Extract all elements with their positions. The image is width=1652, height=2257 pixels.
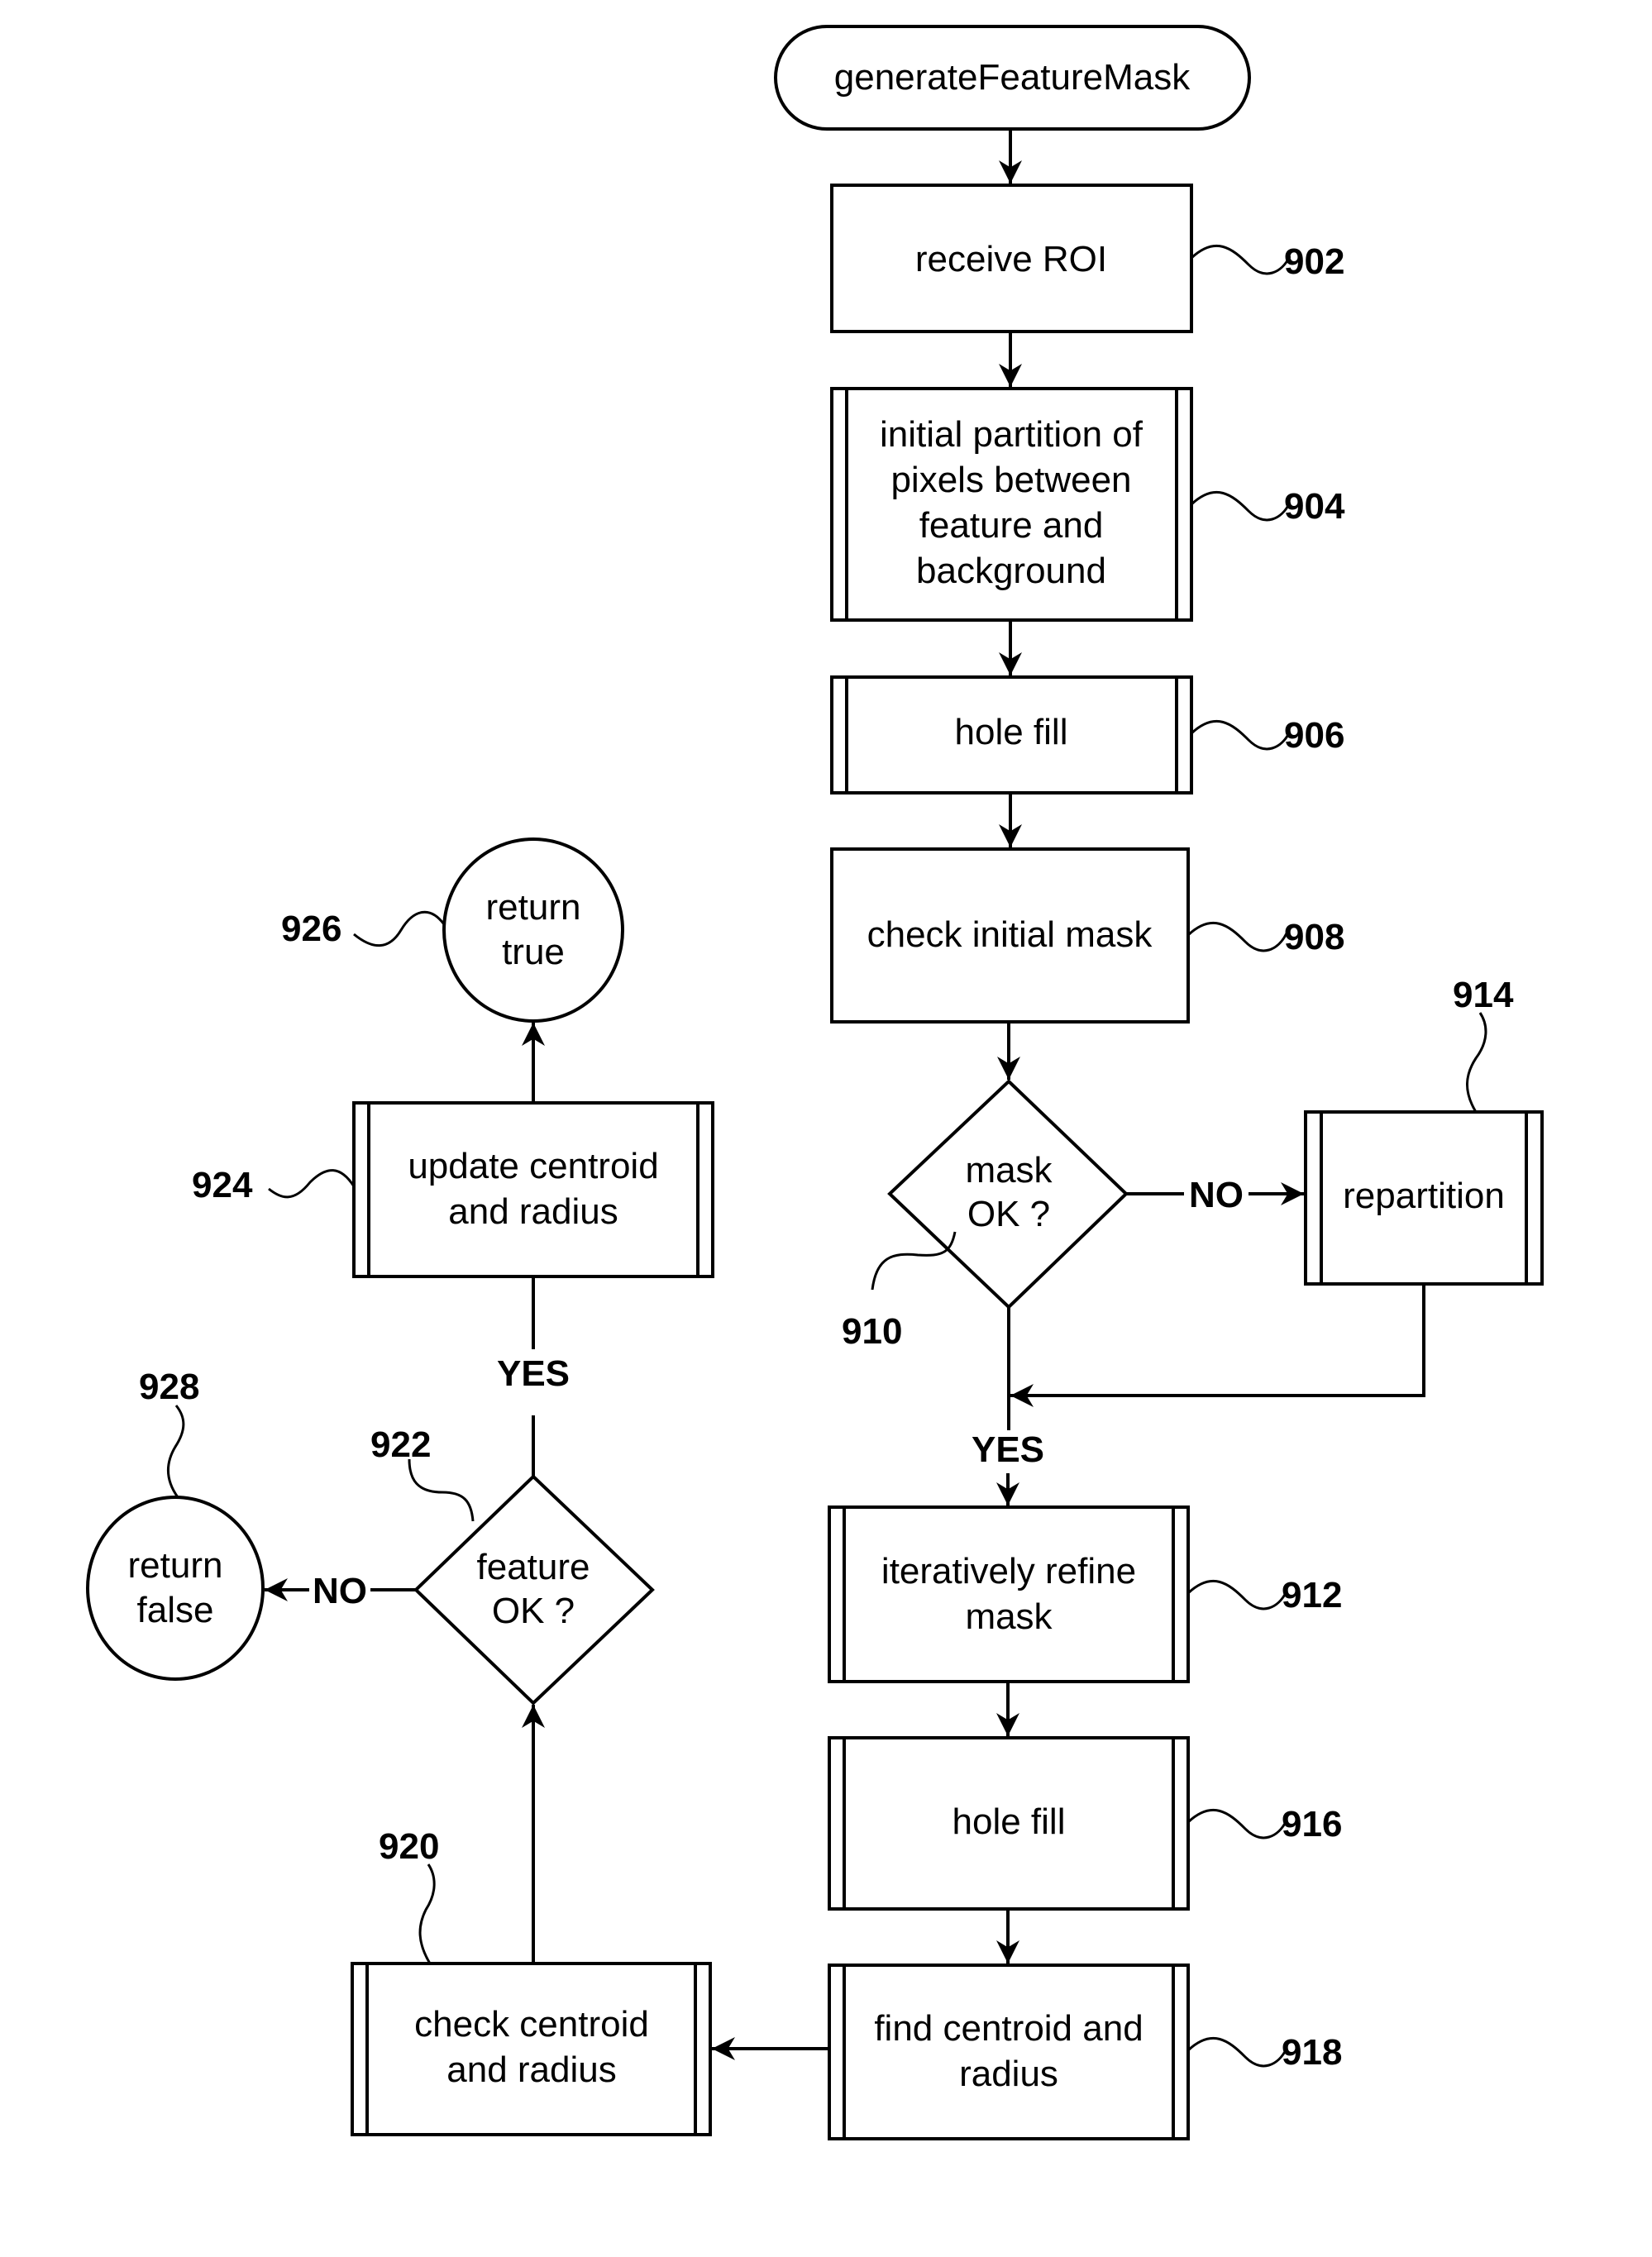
node-928-line-1: return [128, 1545, 223, 1586]
node-904-line-2: pixels between [890, 460, 1131, 500]
node-910-line-2: OK ? [967, 1194, 1050, 1234]
ref-928: 928 [139, 1367, 199, 1407]
flowchart: generateFeatureMask receive ROI 902 init… [86, 25, 1544, 2140]
ref-922: 922 [370, 1424, 431, 1465]
node-904-line-3: feature and [919, 505, 1104, 546]
leader-902 [1190, 244, 1292, 275]
feature-yes-label: YES [497, 1353, 570, 1394]
node-916-label: hole fill [953, 1801, 1066, 1842]
mask-no-label: NO [1189, 1175, 1244, 1215]
leader-926 [353, 910, 446, 947]
node-926-line-1: return [486, 887, 581, 928]
node-902-label: receive ROI [915, 239, 1107, 279]
ref-924: 924 [192, 1165, 253, 1205]
ref-904: 904 [1284, 486, 1345, 527]
leader-908 [1186, 921, 1288, 952]
leader-928 [166, 1405, 185, 1498]
decision-mask-ok: mask OK ? [887, 1079, 1129, 1310]
leader-914 [1466, 1012, 1487, 1113]
node-904-line-1: initial partition of [880, 414, 1144, 455]
leader-904 [1190, 490, 1292, 522]
leader-906 [1190, 719, 1292, 751]
process-check-initial-mask: check initial mask [830, 847, 1190, 1024]
node-920-line-1: check centroid [414, 2004, 649, 2045]
node-926-line-2: true [502, 932, 565, 972]
process-initial-partition: initial partition of pixels between feat… [830, 387, 1193, 622]
node-924-line-2: and radius [448, 1191, 618, 1232]
feature-no-label: NO [313, 1571, 367, 1611]
node-910-line-1: mask [965, 1150, 1053, 1191]
node-928-line-2: false [137, 1590, 214, 1630]
ref-908: 908 [1284, 917, 1344, 957]
leader-916 [1186, 1808, 1288, 1839]
node-920-line-2: and radius [446, 2049, 616, 2090]
process-hole-fill-2: hole fill [828, 1736, 1190, 1911]
ref-906: 906 [1284, 715, 1344, 756]
process-find-centroid-radius: find centroid and radius [828, 1964, 1190, 2140]
decision-feature-ok: feature OK ? [413, 1474, 655, 1706]
ref-902: 902 [1284, 241, 1344, 282]
node-908-label: check initial mask [867, 914, 1153, 955]
ref-916: 916 [1282, 1804, 1342, 1844]
connector-914-merge [1010, 1284, 1425, 1407]
mask-yes-label: YES [972, 1429, 1044, 1470]
start-label: generateFeatureMask [834, 57, 1191, 98]
node-912-line-1: iteratively refine [881, 1551, 1136, 1591]
node-922-line-2: OK ? [492, 1591, 575, 1631]
terminal-return-true: return true [442, 837, 624, 1023]
process-check-centroid-radius: check centroid and radius [351, 1962, 712, 2136]
node-924-line-1: update centroid [408, 1146, 658, 1186]
leader-922 [408, 1458, 475, 1522]
process-receive-roi: receive ROI [830, 184, 1193, 333]
ref-926: 926 [281, 909, 341, 949]
node-906-label: hole fill [955, 712, 1068, 752]
ref-920: 920 [379, 1826, 439, 1867]
node-914-label: repartition [1343, 1176, 1505, 1216]
node-918-line-2: radius [959, 2054, 1058, 2094]
ref-910: 910 [842, 1311, 902, 1352]
node-904-line-4: background [916, 551, 1106, 591]
ref-918: 918 [1282, 2032, 1342, 2073]
ref-912: 912 [1282, 1575, 1342, 1615]
leader-918 [1186, 2036, 1288, 2068]
start-terminator: generateFeatureMask [774, 25, 1251, 131]
terminal-return-false: return false [86, 1496, 265, 1681]
node-918-line-1: find centroid and [874, 2008, 1143, 2049]
process-iteratively-refine-mask: iteratively refine mask [828, 1505, 1190, 1683]
leader-924 [268, 1169, 356, 1199]
leader-920 [418, 1863, 436, 1964]
node-922-line-1: feature [477, 1547, 590, 1587]
ref-914: 914 [1453, 975, 1514, 1015]
leader-912 [1186, 1579, 1288, 1610]
process-hole-fill-1: hole fill [830, 675, 1193, 794]
node-912-line-2: mask [965, 1596, 1053, 1637]
process-repartition: repartition [1304, 1110, 1544, 1286]
process-update-centroid-radius: update centroid and radius [352, 1101, 714, 1278]
